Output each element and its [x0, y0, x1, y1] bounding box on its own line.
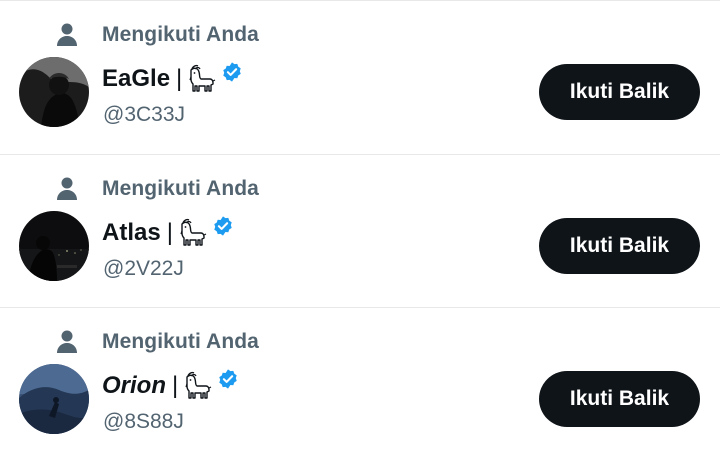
follow-back-button[interactable]: Ikuti Balik	[539, 218, 700, 274]
goat-icon	[189, 64, 216, 92]
user-handle: @8S88J	[103, 410, 184, 433]
follow-back-button[interactable]: Ikuti Balik	[539, 371, 700, 427]
follows-you-context: Mengikuti Anda	[56, 328, 259, 356]
follows-you-label: Mengikuti Anda	[102, 330, 259, 353]
follower-item[interactable]: Mengikuti Anda Atlas | @2V22J Ikuti Bali…	[0, 154, 720, 306]
goat-icon	[180, 218, 207, 246]
name-separator: |	[172, 372, 179, 399]
display-name[interactable]: Orion	[102, 372, 166, 400]
display-name[interactable]: Atlas	[102, 219, 161, 247]
follows-you-context: Mengikuti Anda	[56, 21, 259, 49]
name-separator: |	[176, 65, 183, 92]
verified-badge-icon	[219, 369, 237, 389]
avatar[interactable]	[19, 211, 89, 281]
follow-back-button[interactable]: Ikuti Balik	[539, 64, 700, 120]
person-icon	[56, 177, 78, 201]
name-row[interactable]: EaGle |	[102, 61, 243, 97]
verified-badge-icon	[214, 216, 232, 236]
follows-you-context: Mengikuti Anda	[56, 175, 259, 203]
user-handle: @3C33J	[103, 103, 186, 126]
follows-you-label: Mengikuti Anda	[102, 23, 259, 46]
person-icon	[56, 330, 78, 354]
follows-you-label: Mengikuti Anda	[102, 177, 259, 200]
follower-list: Mengikuti Anda EaGle | @3C33J Ikuti Bali…	[0, 0, 720, 452]
name-separator: |	[166, 219, 173, 246]
display-name[interactable]: EaGle	[102, 65, 170, 93]
avatar[interactable]	[19, 364, 89, 434]
goat-icon	[185, 371, 212, 399]
follower-item[interactable]: Mengikuti Anda EaGle | @3C33J Ikuti Bali…	[0, 0, 720, 152]
avatar[interactable]	[19, 57, 89, 127]
user-handle: @2V22J	[103, 257, 184, 280]
name-row[interactable]: Orion |	[102, 368, 239, 404]
follower-item[interactable]: Mengikuti Anda Orion | @8S88J Ikuti Bali…	[0, 307, 720, 459]
name-row[interactable]: Atlas |	[102, 215, 234, 251]
verified-badge-icon	[223, 62, 241, 82]
person-icon	[56, 23, 78, 47]
